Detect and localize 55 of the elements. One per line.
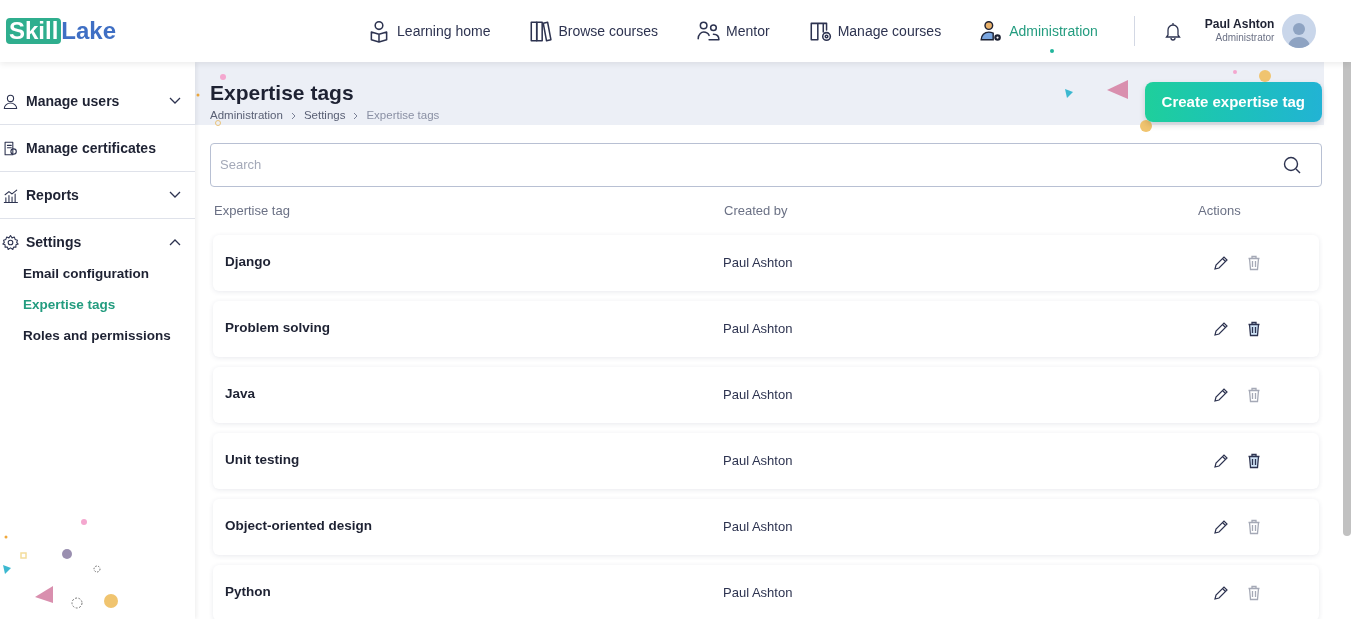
tag-name: Object-oriented design	[225, 517, 374, 536]
certificate-icon	[2, 139, 19, 157]
tag-name: Python	[225, 583, 272, 602]
logo: Skill Lake	[6, 18, 117, 44]
page-title: Expertise tags	[210, 80, 355, 106]
scrollbar-thumb[interactable]	[1343, 62, 1351, 536]
bell-icon[interactable]	[1162, 21, 1183, 41]
chevron-up-icon[interactable]	[169, 238, 181, 246]
breadcrumb-link[interactable]: Settings	[303, 107, 346, 125]
column-header: Created by	[724, 201, 789, 220]
column-header: Actions	[1198, 201, 1242, 220]
sidebar-item[interactable]: Reports	[0, 172, 195, 218]
nav-link[interactable]: Manage courses	[807, 19, 942, 43]
column-header: Expertise tag	[214, 201, 291, 220]
creator-name: Paul Ashton	[723, 385, 794, 404]
people-icon	[696, 19, 721, 43]
nav-link[interactable]: Browse courses	[528, 19, 659, 43]
creator-name: Paul Ashton	[723, 451, 794, 470]
search-field[interactable]: Search	[210, 142, 1322, 187]
chevron-down-icon[interactable]	[169, 191, 181, 199]
creator-name: Paul Ashton	[723, 517, 794, 536]
edit-icon[interactable]	[1213, 452, 1229, 469]
chevron-right-icon	[290, 111, 296, 120]
edit-icon[interactable]	[1213, 584, 1229, 601]
chevron-right-icon	[353, 111, 359, 120]
user-icon	[2, 92, 19, 110]
sidebar-subitem[interactable]: Roles and permissions	[0, 321, 195, 352]
avatar[interactable]	[1282, 14, 1317, 48]
creator-name: Paul Ashton	[723, 319, 794, 338]
edit-icon[interactable]	[1213, 320, 1229, 337]
delete-icon[interactable]	[1247, 452, 1261, 469]
bar-chart-icon	[2, 186, 19, 204]
sidebar-item[interactable]: Manage certificates	[0, 125, 195, 171]
edit-icon[interactable]	[1213, 254, 1229, 271]
sidebar-item[interactable]: Manage users	[0, 78, 195, 124]
nav-link[interactable]: Administration	[979, 19, 1098, 43]
user-name: Paul Ashton	[1204, 17, 1275, 33]
books-icon	[528, 19, 553, 43]
settings-icon	[2, 233, 19, 251]
tag-name: Unit testing	[225, 451, 301, 470]
search-icon[interactable]	[1282, 154, 1302, 175]
tag-name: Problem solving	[225, 319, 332, 338]
edit-icon[interactable]	[1213, 386, 1229, 403]
user-gear-icon	[979, 19, 1004, 43]
delete-icon[interactable]	[1247, 320, 1261, 337]
user-role: Administrator	[1215, 32, 1275, 45]
breadcrumb-link[interactable]: Administration	[210, 107, 283, 125]
nav-link[interactable]: Mentor	[696, 19, 770, 43]
chevron-down-icon[interactable]	[169, 97, 181, 105]
tag-name: Java	[225, 385, 257, 404]
creator-name: Paul Ashton	[723, 253, 794, 272]
edit-icon[interactable]	[1213, 518, 1229, 535]
creator-name: Paul Ashton	[723, 583, 794, 602]
nav-link[interactable]: Learning home	[367, 19, 491, 43]
tag-name: Django	[225, 253, 272, 272]
